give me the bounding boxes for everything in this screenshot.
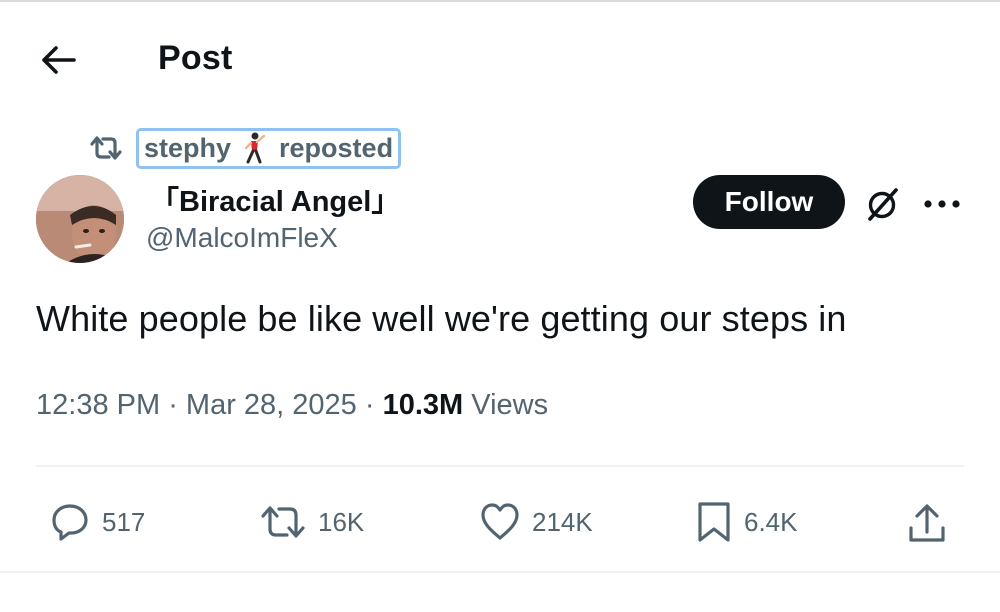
more-options-button[interactable]	[918, 181, 966, 227]
separator: ·	[356, 389, 383, 421]
views-label: Views	[463, 389, 549, 421]
divider	[36, 465, 964, 467]
bottom-divider	[0, 571, 1000, 573]
heart-icon	[481, 503, 519, 540]
tweet-text: White people be like well we're getting …	[36, 298, 847, 339]
like-count: 214K	[532, 506, 593, 537]
reply-count: 517	[102, 506, 146, 537]
reply-icon	[52, 504, 88, 541]
bookmark-count: 6.4K	[744, 506, 798, 537]
reposted-text: reposted	[279, 132, 394, 163]
repost-button[interactable]: 16K	[258, 498, 364, 546]
author-display-name[interactable]: 「Biracial Angel」	[150, 178, 400, 220]
bookmark-button[interactable]: 6.4K	[694, 498, 798, 546]
top-divider	[0, 0, 1000, 2]
header-bar: Post	[0, 28, 1000, 88]
repost-context: stephy reposted	[86, 126, 402, 170]
avatar[interactable]	[36, 175, 124, 263]
author-handle[interactable]: @MalcoImFleX	[146, 222, 338, 254]
back-button[interactable]	[36, 40, 80, 80]
repost-label[interactable]: stephy reposted	[136, 127, 402, 169]
more-horizontal-icon	[924, 200, 960, 208]
like-button[interactable]: 214K	[478, 498, 593, 546]
reposter-name[interactable]: stephy	[144, 132, 231, 164]
repost-count: 16K	[318, 506, 365, 537]
page-title: Post	[158, 39, 233, 77]
grok-icon	[868, 188, 898, 221]
follow-button[interactable]: Follow	[693, 175, 845, 229]
share-button[interactable]	[906, 500, 948, 548]
tweet-metadata: 12:38 PM · Mar 28, 2025 · 10.3M Views	[36, 389, 548, 422]
separator: ·	[160, 389, 186, 421]
repost-icon	[261, 506, 305, 538]
arrow-left-icon	[42, 46, 76, 74]
reply-button[interactable]: 517	[48, 498, 145, 546]
share-icon	[909, 504, 945, 542]
views-count: 10.3M	[382, 389, 464, 421]
repost-icon	[86, 133, 126, 163]
post-date[interactable]: Mar 28, 2025	[186, 389, 357, 422]
grok-button[interactable]	[859, 181, 905, 227]
post-time[interactable]: 12:38 PM	[36, 389, 160, 422]
dancing-man-icon	[241, 132, 267, 164]
bookmark-icon	[698, 502, 730, 542]
